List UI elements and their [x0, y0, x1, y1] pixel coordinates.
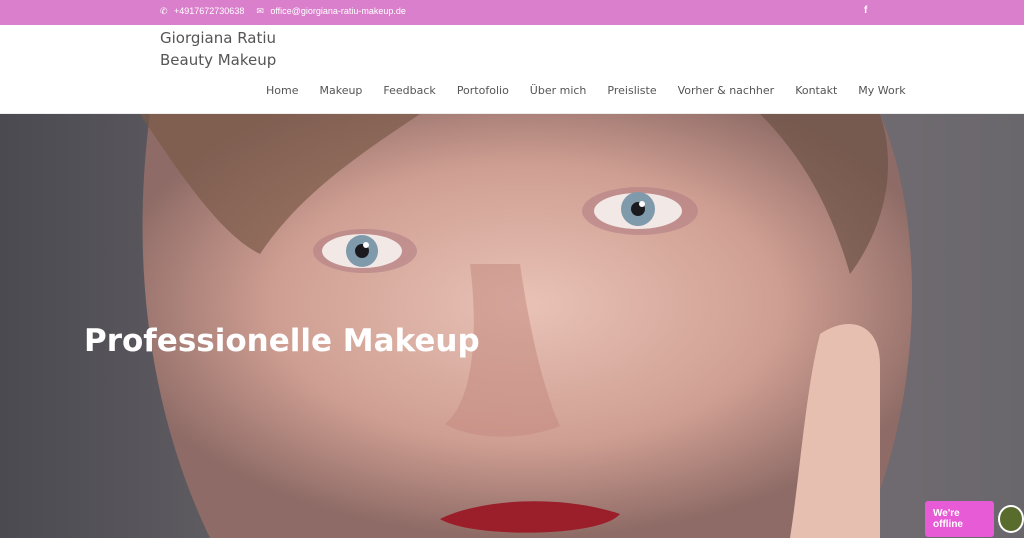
- nav-item-kontakt[interactable]: Kontakt: [795, 84, 837, 97]
- logo-line-1: Giorgiana Ratiu: [160, 29, 277, 47]
- nav-item-feedback[interactable]: Feedback: [383, 84, 435, 97]
- phone-number[interactable]: +4917672730638: [174, 6, 244, 16]
- email-contact[interactable]: ✉ office@giorgiana-ratiu-makeup.de: [256, 6, 406, 16]
- contact-info: ✆ +4917672730638 ✉ office@giorgiana-rati…: [160, 6, 406, 16]
- top-bar: ✆ +4917672730638 ✉ office@giorgiana-rati…: [0, 0, 1024, 25]
- site-logo[interactable]: Giorgiana Ratiu Beauty Makeup: [160, 27, 276, 71]
- chat-status-badge[interactable]: We're offline: [925, 501, 995, 537]
- site-header: Giorgiana Ratiu Beauty Makeup Home Makeu…: [0, 25, 1024, 114]
- nav-item-portofolio[interactable]: Portofolio: [457, 84, 509, 97]
- phone-icon: ✆: [160, 6, 168, 16]
- main-nav: Home Makeup Feedback Portofolio Über mic…: [266, 84, 927, 97]
- chat-widget[interactable]: We're offline: [925, 501, 1024, 537]
- chat-avatar[interactable]: [998, 505, 1024, 533]
- hero-title: Professionelle Makeup: [84, 323, 480, 359]
- email-address[interactable]: office@giorgiana-ratiu-makeup.de: [270, 6, 406, 16]
- nav-item-vorher-nachher[interactable]: Vorher & nachher: [678, 84, 775, 97]
- facebook-icon[interactable]: f: [864, 5, 867, 16]
- phone-contact[interactable]: ✆ +4917672730638: [160, 6, 244, 16]
- nav-item-makeup[interactable]: Makeup: [319, 84, 362, 97]
- logo-line-2: Beauty Makeup: [160, 51, 277, 69]
- nav-item-my-work[interactable]: My Work: [858, 84, 905, 97]
- envelope-icon: ✉: [256, 6, 264, 16]
- nav-item-preisliste[interactable]: Preisliste: [607, 84, 656, 97]
- hero-banner: Professionelle Makeup: [0, 114, 1024, 538]
- nav-item-home[interactable]: Home: [266, 84, 298, 97]
- nav-item-uber-mich[interactable]: Über mich: [530, 84, 587, 97]
